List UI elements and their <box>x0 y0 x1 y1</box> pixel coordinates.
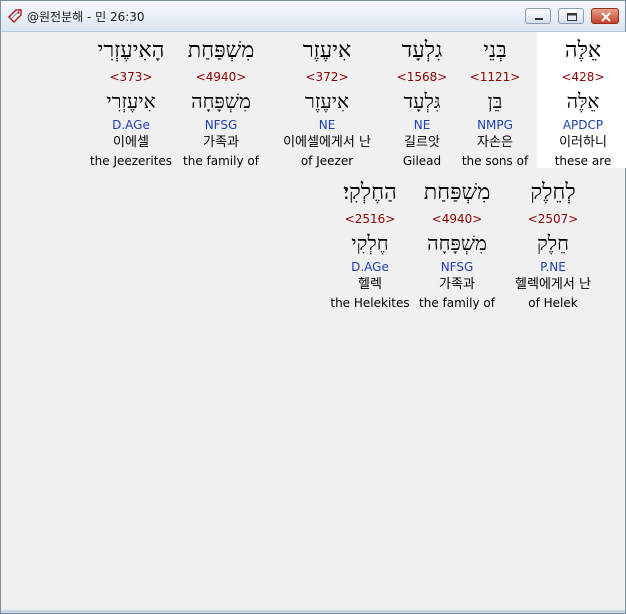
word-block[interactable]: אֵלֶּה <428> אֵלֶּה APDCP 이러하니 these are <box>537 32 626 168</box>
close-icon <box>601 12 611 22</box>
word-block[interactable]: גִלְעָד <1568> גִּלְעָד NE 길르앗 Gilead <box>376 32 468 168</box>
strong-number[interactable]: <2507> <box>493 212 613 226</box>
strong-number[interactable]: <4940> <box>411 212 503 226</box>
strong-number[interactable]: <372> <box>267 70 387 84</box>
hebrew-lemma: חֵלֶק <box>537 231 569 255</box>
maximize-icon <box>567 13 577 21</box>
english-gloss: the Helekites <box>330 296 410 310</box>
english-gloss: of Jeezer <box>300 154 354 168</box>
word-block[interactable]: מִשְׁפַּחַת <4940> מִשְׁפָּחָה NFSG 가족과 … <box>175 32 267 168</box>
minimize-button[interactable] <box>525 8 551 24</box>
word-block[interactable]: הָאִיעֶזְרִי <373> אִיעֶזְרִי D.AGe 이에셀 … <box>85 32 177 168</box>
interlinear-view: אֵלֶּה <428> אֵלֶּה APDCP 이러하니 these are… <box>5 32 626 610</box>
korean-gloss: 이러하니 <box>559 135 607 150</box>
hebrew-word: אֵלֶּה <box>564 38 602 63</box>
hebrew-lemma: מִשְׁפָּחָה <box>191 89 251 113</box>
app-window: @원전분해 - 민 26:30 אֵלֶּה <428> אֵלֶּה APDC… <box>0 0 626 614</box>
korean-gloss: 헬렉에게서 난 <box>515 277 591 292</box>
strong-number[interactable]: <373> <box>85 70 177 84</box>
morphology-code: D.AGe <box>112 118 150 132</box>
morphology-code: NFSG <box>440 260 474 274</box>
hebrew-lemma: גִּלְעָד <box>403 89 441 113</box>
minimize-icon <box>535 18 543 20</box>
maximize-button[interactable] <box>558 8 584 24</box>
word-block[interactable]: מִשְׁפַּחַת <4940> מִשְׁפָּחָה NFSG 가족과 … <box>411 174 503 310</box>
english-gloss: the family of <box>183 154 259 168</box>
english-gloss: the Jeezerites <box>89 154 173 168</box>
word-block[interactable]: לְחֵלֶק <2507> חֵלֶק P.NE 헬렉에게서 난 of Hel… <box>493 174 613 310</box>
hebrew-word: הָאִיעֶזְרִי <box>97 38 165 63</box>
window-title: @원전분해 - 민 26:30 <box>27 10 145 24</box>
word-block[interactable]: אִיעֶזֶר <372> אִיעֶזֶר NE 이에셀에게서 난 of J… <box>267 32 387 168</box>
hebrew-lemma: חֶלְקִי <box>351 231 389 255</box>
korean-gloss: 헬렉 <box>358 277 382 292</box>
korean-gloss: 길르앗 <box>404 135 440 150</box>
morphology-code: NE <box>413 118 431 132</box>
strong-number[interactable]: <2516> <box>324 212 416 226</box>
hebrew-word: לְחֵלֶק <box>530 180 576 205</box>
hebrew-lemma: אֵלֶּה <box>566 89 600 113</box>
strong-number[interactable]: <428> <box>537 70 626 84</box>
tag-icon[interactable] <box>7 8 23 24</box>
morphology-code: P.NE <box>540 260 566 274</box>
morphology-code: NE <box>318 118 336 132</box>
hebrew-word: מִשְׁפַּחַת <box>187 38 255 63</box>
english-gloss: these are <box>554 154 612 168</box>
strong-number[interactable]: <4940> <box>175 70 267 84</box>
close-button[interactable] <box>591 8 619 24</box>
morphology-code: NFSG <box>204 118 238 132</box>
morphology-code: D.AGe <box>351 260 389 274</box>
hebrew-word: אִיעֶזֶר <box>302 38 352 63</box>
english-gloss: of Helek <box>528 296 578 310</box>
hebrew-word: גִלְעָד <box>401 38 443 63</box>
korean-gloss: 이에셀에게서 난 <box>283 135 371 150</box>
hebrew-lemma: אִיעֶזֶר <box>305 89 349 113</box>
english-gloss: the family of <box>419 296 495 310</box>
word-block[interactable]: הַחֶלְקִי׃ <2516> חֶלְקִי D.AGe 헬렉 the H… <box>324 174 416 310</box>
korean-gloss: 가족과 <box>439 277 475 292</box>
window-bottom-border <box>1 610 625 613</box>
morphology-code: APDCP <box>562 118 604 132</box>
korean-gloss: 가족과 <box>203 135 239 150</box>
hebrew-word: מִשְׁפַּחַת <box>423 180 491 205</box>
english-gloss: Gilead <box>402 154 442 168</box>
hebrew-word: הַחֶלְקִי׃ <box>343 180 397 205</box>
hebrew-lemma: מִשְׁפָּחָה <box>427 231 487 255</box>
title-bar[interactable]: @원전분해 - 민 26:30 <box>1 1 625 32</box>
korean-gloss: 이에셀 <box>113 135 149 150</box>
strong-number[interactable]: <1568> <box>376 70 468 84</box>
hebrew-lemma: אִיעֶזְרִי <box>106 89 156 113</box>
